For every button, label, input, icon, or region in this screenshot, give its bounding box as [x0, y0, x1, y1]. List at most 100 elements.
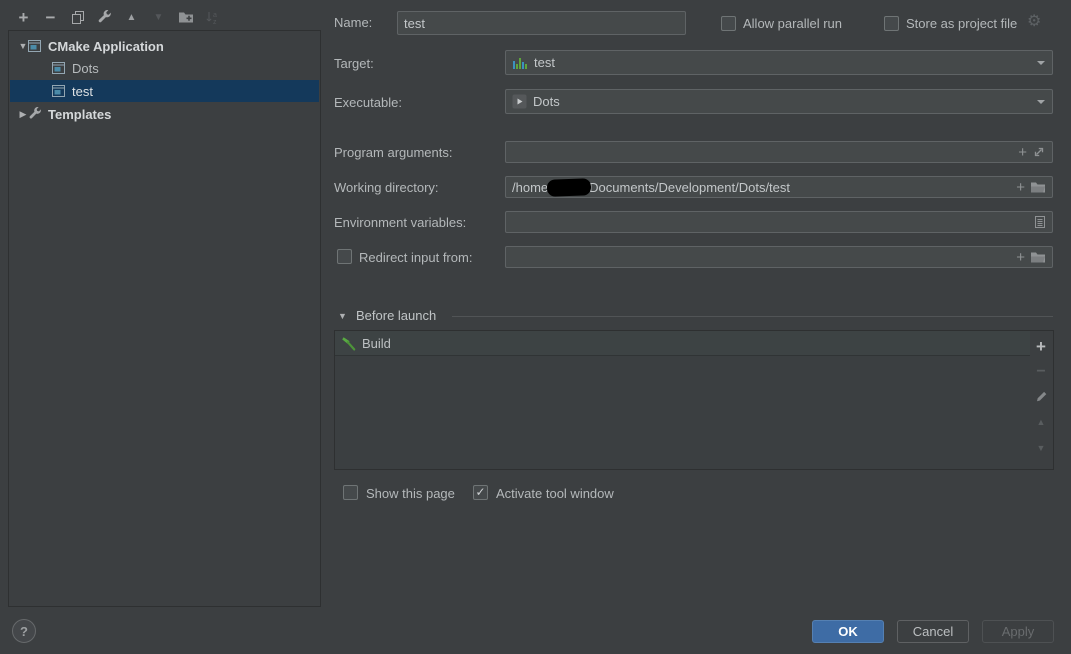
executable-combobox[interactable]: Dots — [505, 89, 1053, 114]
cancel-button[interactable]: Cancel — [897, 620, 969, 643]
before-launch-item-label: Build — [362, 335, 391, 351]
add-task-button[interactable]: + — [1030, 336, 1052, 356]
edit-pencil-icon — [1036, 391, 1046, 401]
copy-icon — [71, 11, 84, 24]
expand-field-button[interactable] — [1032, 145, 1046, 159]
cancel-label: Cancel — [912, 624, 954, 639]
before-launch-toolbar: + − ▲ ▼ — [1030, 330, 1054, 470]
chevron-down-icon — [1037, 60, 1045, 65]
create-folder-button[interactable] — [172, 5, 199, 29]
executable-icon — [512, 94, 527, 109]
add-icon[interactable]: + — [1016, 250, 1025, 265]
ok-label: OK — [838, 624, 858, 639]
remove-configuration-button[interactable]: − — [37, 5, 64, 29]
redacted-username — [546, 177, 592, 197]
new-folder-icon — [178, 12, 193, 23]
browse-folder-button[interactable] — [1030, 251, 1046, 264]
show-this-page-label: Show this page — [366, 486, 455, 501]
tree-item-label: Templates — [48, 106, 112, 122]
tree-item-cmake-application[interactable]: ▼ CMake Application — [10, 35, 319, 57]
copy-configuration-button[interactable] — [64, 5, 91, 29]
application-icon — [52, 61, 68, 75]
name-input[interactable] — [397, 11, 686, 35]
store-as-project-file-checkbox[interactable]: ✓ — [884, 16, 899, 31]
tree-item-templates[interactable]: ▶ Templates — [10, 103, 319, 125]
help-button[interactable]: ? — [12, 619, 36, 643]
edit-defaults-button[interactable] — [91, 5, 118, 29]
move-up-button[interactable]: ▲ — [118, 5, 145, 29]
run-debug-configurations-dialog: { "colors": { "background": "#3c3f41", "… — [0, 0, 1071, 654]
edit-variables-button[interactable] — [1034, 215, 1046, 229]
working-directory-prefix: /home — [512, 179, 549, 195]
add-icon[interactable]: + — [1016, 180, 1025, 195]
application-icon — [28, 39, 44, 53]
expand-icon — [1034, 147, 1044, 157]
allow-parallel-run-checkbox[interactable]: ✓ — [721, 16, 736, 31]
collapse-section-icon[interactable]: ▼ — [338, 311, 347, 321]
tree-toolbar: + − ▲ ▼ a z — [10, 4, 226, 30]
remove-icon: − — [45, 7, 56, 27]
target-value: test — [534, 55, 555, 70]
redirect-input-field[interactable]: + — [505, 246, 1053, 268]
help-label: ? — [20, 623, 28, 639]
redirect-input-checkbox[interactable]: ✓ — [337, 249, 352, 264]
tree-item-label: test — [72, 83, 93, 99]
apply-label: Apply — [1001, 624, 1035, 639]
add-configuration-button[interactable]: + — [10, 5, 37, 29]
edit-task-button[interactable] — [1030, 386, 1052, 406]
allow-parallel-run-label: Allow parallel run — [743, 16, 842, 31]
wrench-icon — [28, 107, 44, 121]
add-icon: + — [1036, 336, 1046, 356]
browse-folder-button[interactable] — [1030, 181, 1046, 194]
executable-label: Executable: — [334, 95, 402, 110]
check-icon: ✓ — [475, 485, 486, 499]
gear-icon[interactable]: ⚙ — [1027, 14, 1041, 30]
application-icon — [52, 84, 68, 98]
working-directory-suffix: Documents/Development/Dots/test — [589, 179, 791, 195]
activate-tool-window-label: Activate tool window — [496, 486, 614, 501]
before-launch-item-build[interactable]: Build — [335, 331, 1030, 356]
move-down-button[interactable]: ▼ — [145, 5, 172, 29]
environment-variables-field[interactable] — [505, 211, 1053, 233]
before-launch-title: Before launch — [356, 308, 437, 323]
move-task-up-button[interactable]: ▲ — [1030, 412, 1052, 432]
target-combobox[interactable]: test — [505, 50, 1053, 75]
redirect-input-label: Redirect input from: — [359, 250, 473, 265]
show-this-page-checkbox[interactable]: ✓ — [343, 485, 358, 500]
name-label: Name: — [334, 15, 373, 30]
tree-item-test-selected[interactable]: test — [10, 80, 319, 102]
build-target-icon — [513, 57, 527, 69]
tree-item-label: CMake Application — [48, 38, 164, 54]
move-up-icon: ▲ — [126, 11, 137, 23]
move-up-icon: ▲ — [1036, 417, 1046, 427]
list-document-icon — [1035, 216, 1045, 228]
chevron-down-icon — [1037, 99, 1045, 104]
svg-text:a: a — [213, 12, 217, 19]
folder-icon — [1031, 252, 1045, 262]
tree-item-dots[interactable]: Dots — [10, 57, 319, 79]
target-label: Target: — [334, 56, 374, 71]
add-icon[interactable]: + — [1018, 145, 1027, 160]
move-task-down-button[interactable]: ▼ — [1030, 438, 1052, 458]
working-directory-label: Working directory: — [334, 180, 439, 195]
program-arguments-field[interactable]: + — [505, 141, 1053, 163]
sort-configurations-button[interactable]: a z — [199, 5, 226, 29]
add-icon: + — [18, 7, 29, 27]
before-launch-list: Build — [334, 330, 1031, 470]
wrench-icon — [98, 9, 111, 22]
chevron-right-icon[interactable]: ▶ — [18, 109, 28, 120]
move-down-icon: ▼ — [153, 11, 164, 23]
section-divider — [452, 316, 1053, 317]
tree-item-label: Dots — [72, 60, 99, 76]
activate-tool-window-checkbox[interactable]: ✓ — [473, 485, 488, 500]
ok-button[interactable]: OK — [812, 620, 884, 643]
apply-button[interactable]: Apply — [982, 620, 1054, 643]
remove-icon: − — [1036, 363, 1046, 380]
working-directory-field[interactable]: /home Documents/Development/Dots/test + — [505, 176, 1053, 198]
remove-task-button[interactable]: − — [1030, 362, 1052, 382]
chevron-down-icon[interactable]: ▼ — [18, 41, 28, 51]
hammer-icon — [342, 336, 356, 350]
svg-text:z: z — [213, 19, 217, 24]
program-arguments-label: Program arguments: — [334, 145, 453, 160]
environment-variables-label: Environment variables: — [334, 215, 467, 230]
